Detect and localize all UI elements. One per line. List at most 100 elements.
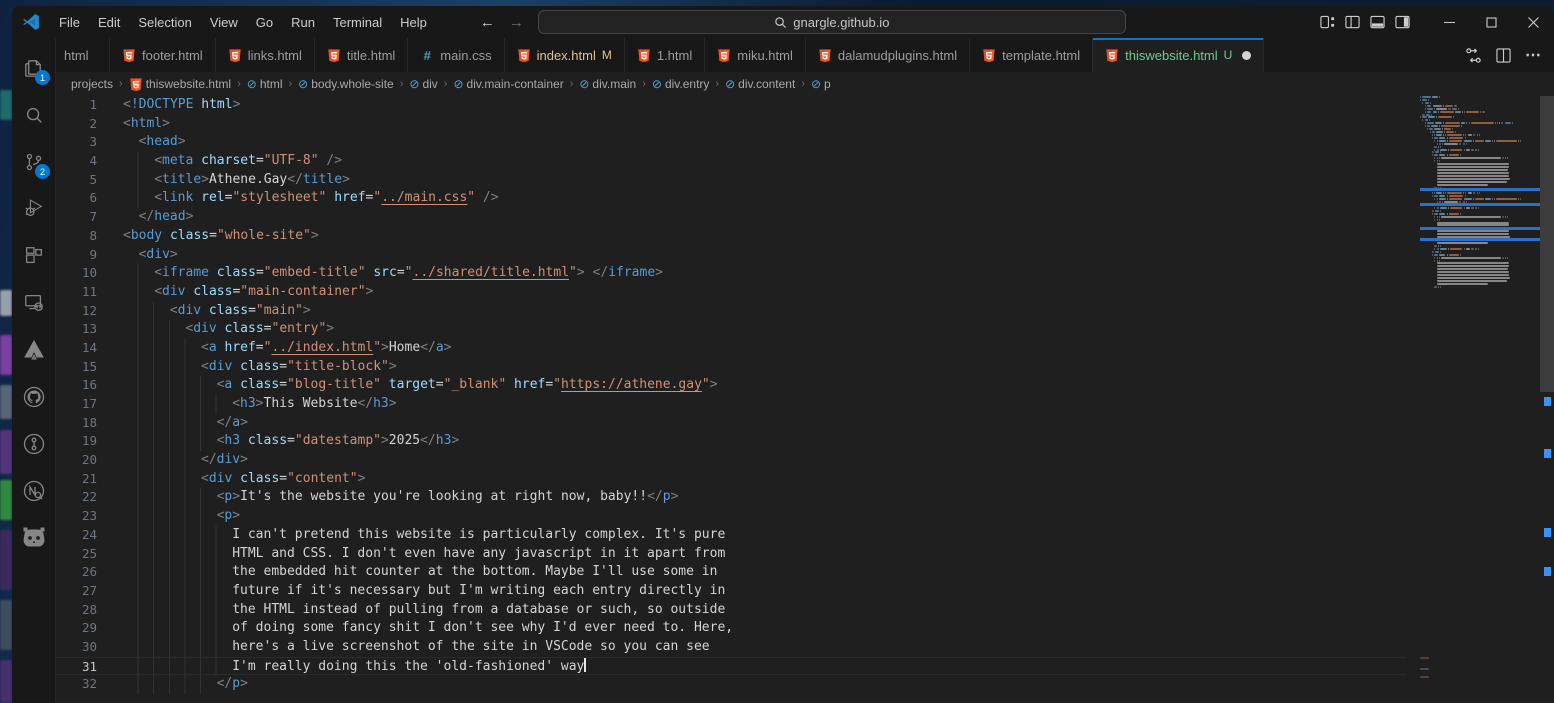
- code-line-9: 9<div>: [56, 246, 1406, 265]
- minimize-button[interactable]: [1428, 6, 1470, 38]
- source-control-icon[interactable]: 2: [12, 138, 55, 185]
- tab-dalamudplugins-html[interactable]: dalamudplugins.html: [806, 38, 970, 72]
- close-button[interactable]: [1512, 6, 1554, 38]
- search-value: gnargle.github.io: [793, 15, 889, 30]
- run-debug-icon[interactable]: [12, 185, 55, 232]
- tab-links-html[interactable]: links.html: [216, 38, 315, 72]
- menu-selection[interactable]: Selection: [129, 12, 200, 33]
- line-number: 10: [56, 264, 97, 283]
- line-number: 23: [56, 507, 97, 526]
- code-line-30: 30here's a live screenshot of the site i…: [56, 638, 1406, 657]
- more-actions-icon[interactable]: ⋯: [1525, 45, 1542, 65]
- tab-index-html[interactable]: index.htmlM: [505, 38, 625, 72]
- menu-terminal[interactable]: Terminal: [324, 12, 391, 33]
- breadcrumb-item-thiswebsite-html[interactable]: thiswebsite.html: [128, 77, 232, 92]
- vertical-scrollbar[interactable]: [1540, 96, 1554, 703]
- code-line-6: 6<link rel="stylesheet" href="../main.cs…: [56, 189, 1406, 208]
- toggle-panel-icon[interactable]: [1370, 15, 1385, 29]
- tab-1-html[interactable]: 1.html: [625, 38, 705, 72]
- tab-html[interactable]: html: [56, 38, 110, 72]
- breadcrumb-separator: ›: [642, 78, 646, 90]
- minimap-find-highlight: [1420, 203, 1540, 206]
- line-number: 19: [56, 432, 97, 451]
- code-line-16: 16<a class="blog-title" target="_blank" …: [56, 376, 1406, 395]
- a-logo-icon[interactable]: [12, 326, 55, 373]
- title-bar: FileEditSelectionViewGoRunTerminalHelp ←…: [12, 6, 1554, 38]
- live-search-extension-icon[interactable]: [12, 467, 55, 514]
- html-file-icon: [982, 48, 996, 63]
- customize-layout-icon[interactable]: [1320, 15, 1335, 29]
- menu-edit[interactable]: Edit: [89, 12, 129, 33]
- line-number: 30: [56, 638, 97, 657]
- line-number: 17: [56, 395, 97, 414]
- tab-miku-html[interactable]: miku.html: [705, 38, 806, 72]
- split-editor-icon[interactable]: [1496, 48, 1511, 63]
- line-number: 3: [56, 133, 97, 152]
- scrollbar-thumb[interactable]: [1540, 96, 1554, 392]
- code-line-29: 29of doing some fancy shit I don't see w…: [56, 619, 1406, 638]
- toggle-secondary-sidebar-icon[interactable]: [1395, 15, 1410, 29]
- html-file-icon: [122, 48, 136, 63]
- nav-back-icon[interactable]: ←: [480, 14, 495, 31]
- dirty-indicator-icon[interactable]: [1242, 51, 1251, 60]
- breadcrumb-item-projects[interactable]: projects: [70, 77, 114, 91]
- menu-file[interactable]: File: [50, 12, 89, 33]
- tab-label: miku.html: [737, 48, 793, 63]
- tab-bar: html footer.html links.html title.html #main…: [56, 38, 1554, 72]
- code-line-1: 1<!DOCTYPE html>: [56, 96, 1406, 115]
- remote-explorer-icon[interactable]: [12, 279, 55, 326]
- minimap[interactable]: [1420, 96, 1540, 703]
- code-line-28: 28the HTML instead of pulling from a dat…: [56, 601, 1406, 620]
- code-line-20: 20</div>: [56, 451, 1406, 470]
- menu-go[interactable]: Go: [247, 12, 282, 33]
- breadcrumb-item-p[interactable]: ⊘p: [810, 77, 832, 91]
- tab-title-html[interactable]: title.html: [315, 38, 408, 72]
- code-line-18: 18</a>: [56, 414, 1406, 433]
- maximize-button[interactable]: [1470, 6, 1512, 38]
- html-file-icon: [1105, 48, 1119, 63]
- breadcrumb-separator: ›: [444, 78, 448, 90]
- tab-footer-html[interactable]: footer.html: [110, 38, 216, 72]
- breadcrumb-item-div-content[interactable]: ⊘div.content: [724, 77, 796, 91]
- tab-label: index.html: [537, 48, 596, 63]
- breadcrumb-item-div[interactable]: ⊘div: [408, 77, 438, 91]
- explorer-icon[interactable]: 1: [12, 44, 55, 91]
- tab-label: footer.html: [142, 48, 203, 63]
- gitlens-icon[interactable]: [12, 420, 55, 467]
- breadcrumb-item-body-whole-site[interactable]: ⊘body.whole-site: [297, 77, 395, 91]
- extensions-icon[interactable]: [12, 232, 55, 279]
- breadcrumb-item-div-main[interactable]: ⊘div.main: [578, 77, 637, 91]
- nav-forward-icon[interactable]: →: [509, 14, 524, 31]
- command-center-search[interactable]: gnargle.github.io: [538, 10, 1126, 34]
- line-number: 6: [56, 189, 97, 208]
- menu-help[interactable]: Help: [391, 12, 436, 33]
- tab-template-html[interactable]: template.html: [970, 38, 1093, 72]
- search-sidebar-icon[interactable]: [12, 91, 55, 138]
- line-number: 8: [56, 227, 97, 246]
- github-icon[interactable]: [12, 373, 55, 420]
- code-editor[interactable]: 1<!DOCTYPE html>2<html>3<head>4<meta cha…: [56, 96, 1554, 703]
- robot-icon[interactable]: [12, 514, 55, 561]
- line-number: 32: [56, 675, 97, 694]
- code-line-4: 4<meta charset="UTF-8" />: [56, 152, 1406, 171]
- code-line-8: 8<body class="whole-site">: [56, 227, 1406, 246]
- line-number: 16: [56, 376, 97, 395]
- tab-thiswebsite-html[interactable]: thiswebsite.htmlU: [1093, 38, 1264, 72]
- menu-view[interactable]: View: [201, 12, 247, 33]
- code-line-12: 12<div class="main">: [56, 302, 1406, 321]
- tab-label: title.html: [347, 48, 395, 63]
- open-changes-icon[interactable]: [1465, 47, 1482, 64]
- menu-run[interactable]: Run: [282, 12, 324, 33]
- code-line-25: 25HTML and CSS. I don't even have any ja…: [56, 545, 1406, 564]
- breadcrumb-item-div-main-container[interactable]: ⊘div.main-container: [452, 77, 564, 91]
- line-number: 9: [56, 246, 97, 265]
- breadcrumb-separator: ›: [570, 78, 574, 90]
- breadcrumb-item-html[interactable]: ⊘html: [246, 77, 284, 91]
- tab-main-css[interactable]: #main.css: [408, 38, 504, 72]
- breadcrumb-item-div-entry[interactable]: ⊘div.entry: [651, 77, 711, 91]
- tab-label: dalamudplugins.html: [838, 48, 957, 63]
- toggle-sidebar-icon[interactable]: [1345, 15, 1360, 29]
- symbol-element-icon: ⊘: [247, 77, 257, 91]
- line-number: 5: [56, 171, 97, 190]
- code-line-22: 22<p>It's the website you're looking at …: [56, 488, 1406, 507]
